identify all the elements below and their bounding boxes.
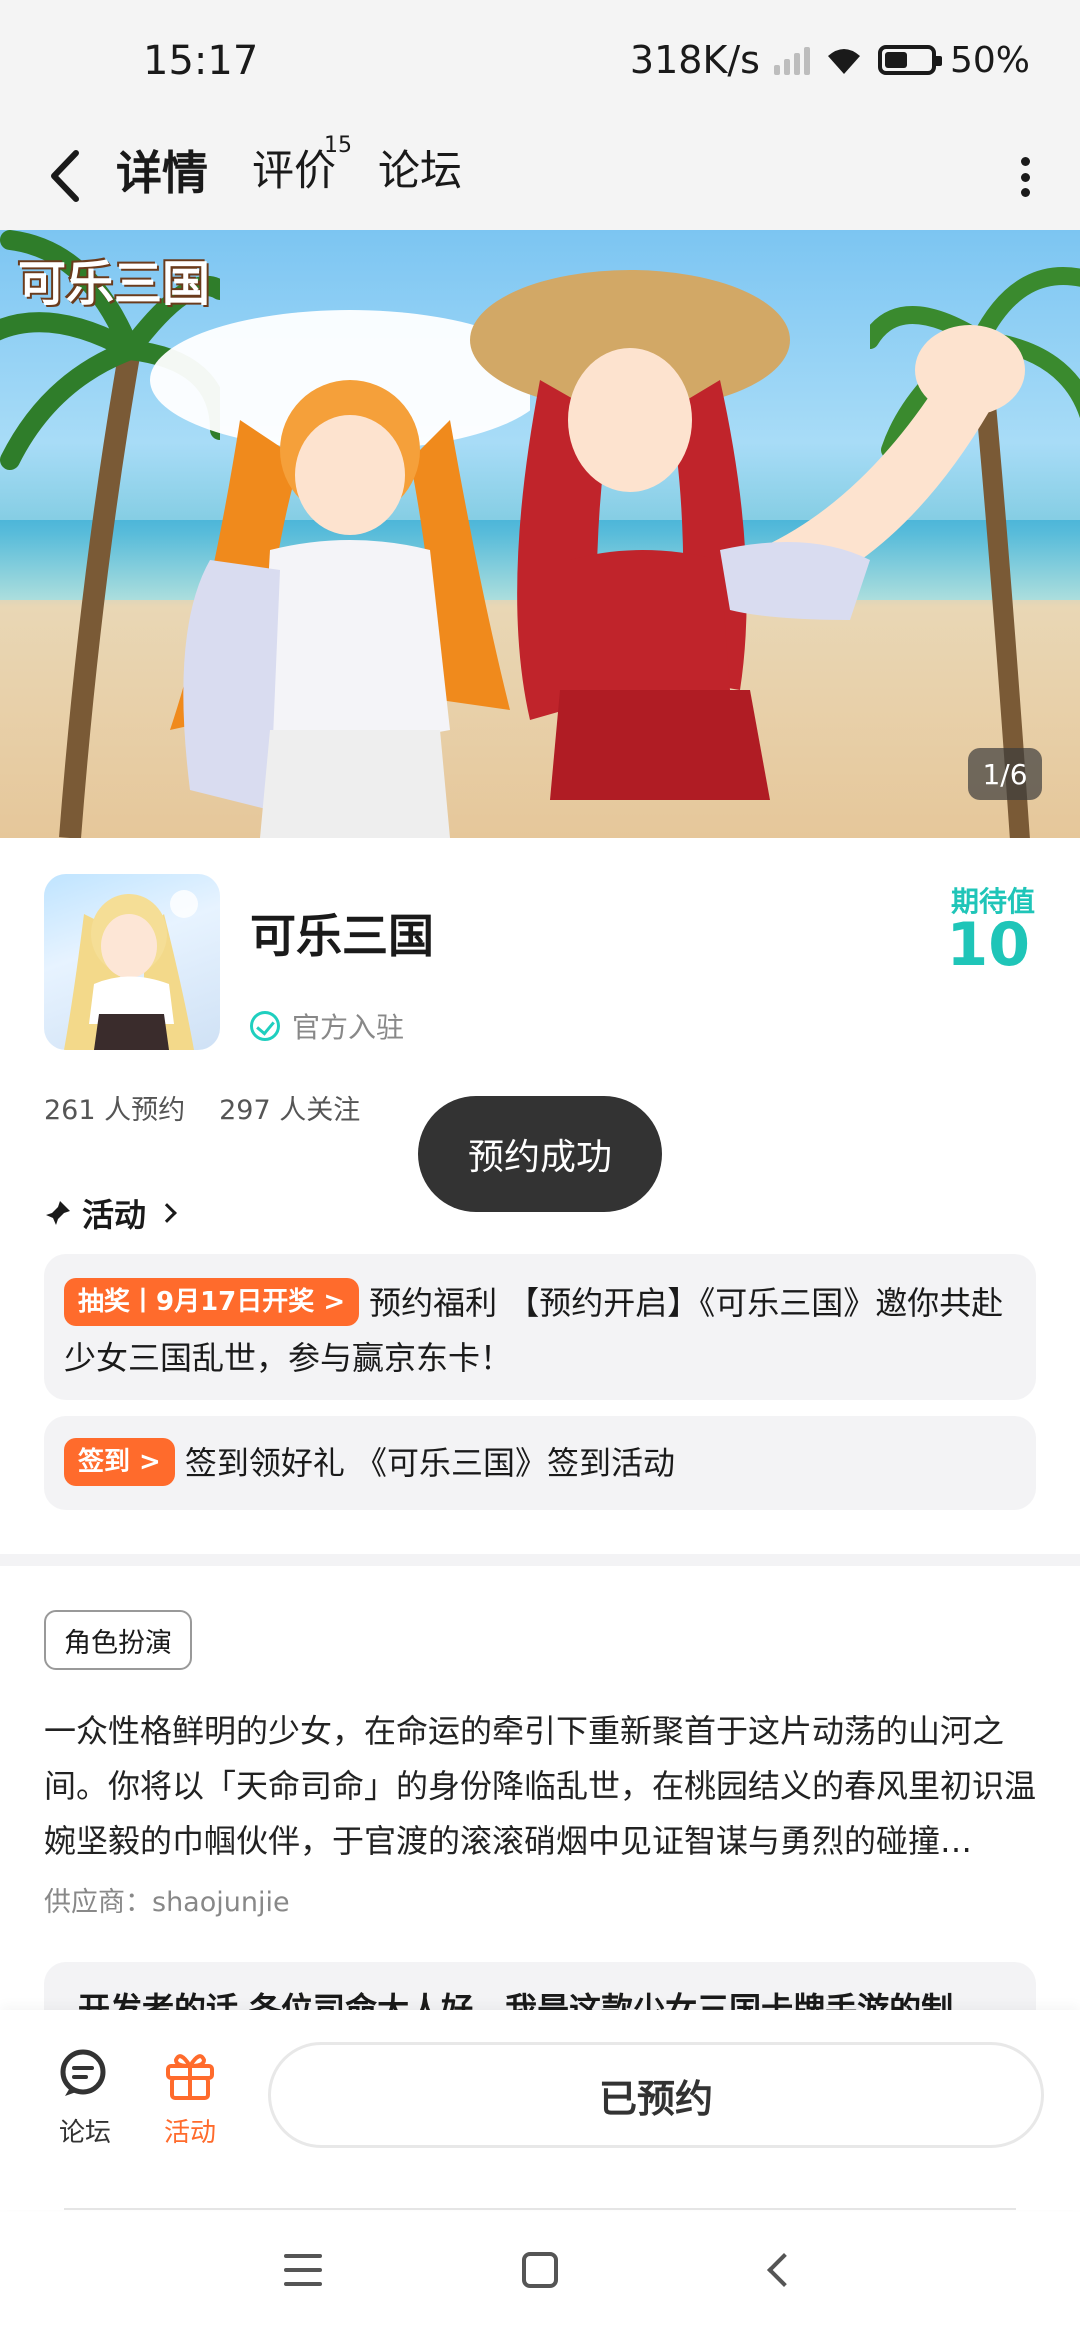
forum-chat-icon — [60, 2049, 106, 2096]
back-icon[interactable] — [767, 2253, 801, 2287]
section-divider — [0, 1554, 1080, 1566]
system-nav-divider — [64, 2208, 1016, 2210]
nav-header: 详情 评价 15 论坛 — [0, 125, 1080, 230]
signal-icon — [773, 45, 810, 75]
genre-tag[interactable]: 角色扮演 — [44, 1610, 192, 1670]
battery-percent: 50% — [949, 39, 1030, 81]
gift-icon — [166, 2054, 214, 2100]
pin-icon — [46, 1201, 70, 1225]
banner-game-logo: 可乐三国 — [18, 256, 211, 312]
status-bar: 15:17 318K/s 50% — [0, 0, 1080, 125]
tab-forum-label: 论坛 — [378, 146, 463, 195]
wifi-icon — [827, 49, 860, 74]
official-label: 官方入驻 — [292, 1011, 405, 1044]
game-stats: 261 人预约 297 人关注 — [44, 1088, 360, 1127]
back-arrow-icon[interactable] — [42, 141, 92, 211]
status-time: 15:17 — [143, 38, 259, 84]
chevron-right-icon — [157, 1203, 177, 1223]
tab-details[interactable]: 详情 — [116, 137, 208, 205]
lottery-tag: 抽奖丨9月17日开奖 > — [64, 1278, 360, 1326]
tab-reviews[interactable]: 评价 15 — [252, 133, 352, 198]
activity-label: 活动 — [163, 2118, 216, 2148]
system-navigation-bar — [0, 2212, 1080, 2340]
status-indicators: 318K/s 50% — [630, 38, 1030, 82]
developer-note-text: 开发者的话 各位司命大人好，我是这款少女三国卡牌手游的制 — [78, 1990, 954, 2012]
tab-forum[interactable]: 论坛 — [378, 137, 462, 198]
forum-label: 论坛 — [58, 2118, 111, 2148]
game-icon — [44, 874, 220, 1050]
reviews-count-badge: 15 — [324, 133, 352, 158]
toast-message: 预约成功 — [418, 1096, 662, 1212]
activity-heading: 活动 — [82, 1196, 147, 1234]
network-speed: 318K/s — [629, 38, 760, 82]
more-vertical-icon[interactable] — [1010, 147, 1040, 207]
game-title: 可乐三国 — [250, 909, 434, 963]
expect-value: 10 — [946, 910, 1031, 980]
activity-card-lottery[interactable]: 抽奖丨9月17日开奖 > 预约福利 【预约开启】《可乐三国》邀你共赴少女三国乱世，… — [44, 1254, 1036, 1400]
forum-button[interactable]: 论坛 — [40, 2046, 130, 2149]
reservation-count: 261 人预约 — [44, 1095, 186, 1126]
checkin-tag: 签到 > — [64, 1438, 175, 1486]
menu-icon[interactable] — [284, 2254, 322, 2286]
battery-icon — [877, 45, 942, 75]
developer-note-card[interactable]: 开发者的话 各位司命大人好，我是这款少女三国卡牌手游的制 — [44, 1962, 1036, 2012]
bottom-action-bar: 论坛 活动 已预约 — [0, 2010, 1080, 2210]
banner-page-counter: 1/6 — [968, 748, 1042, 800]
activity-button[interactable]: 活动 — [145, 2046, 235, 2149]
activity-card-checkin[interactable]: 签到 > 签到领好礼 《可乐三国》签到活动 — [44, 1416, 1036, 1510]
checkin-text: 签到领好礼 《可乐三国》签到活动 — [184, 1444, 676, 1482]
game-description[interactable]: 一众性格鲜明的少女，在命运的牵引下重新聚首于这片动荡的山河之间。你将以「天命司命… — [44, 1704, 1036, 1869]
reserved-button[interactable]: 已预约 — [268, 2042, 1044, 2148]
provider-label: 供应商：shaojunjie — [44, 1887, 290, 1918]
tab-details-label: 详情 — [116, 146, 208, 200]
follower-count: 297 人关注 — [219, 1095, 361, 1126]
home-icon[interactable] — [522, 2252, 558, 2288]
official-badge: 官方入驻 — [250, 1006, 404, 1046]
character-red-hair — [470, 270, 1025, 800]
banner-carousel[interactable]: 可乐三国 1/6 — [0, 230, 1080, 838]
verified-check-icon — [250, 1011, 280, 1041]
activity-header[interactable]: 活动 — [44, 1190, 177, 1236]
